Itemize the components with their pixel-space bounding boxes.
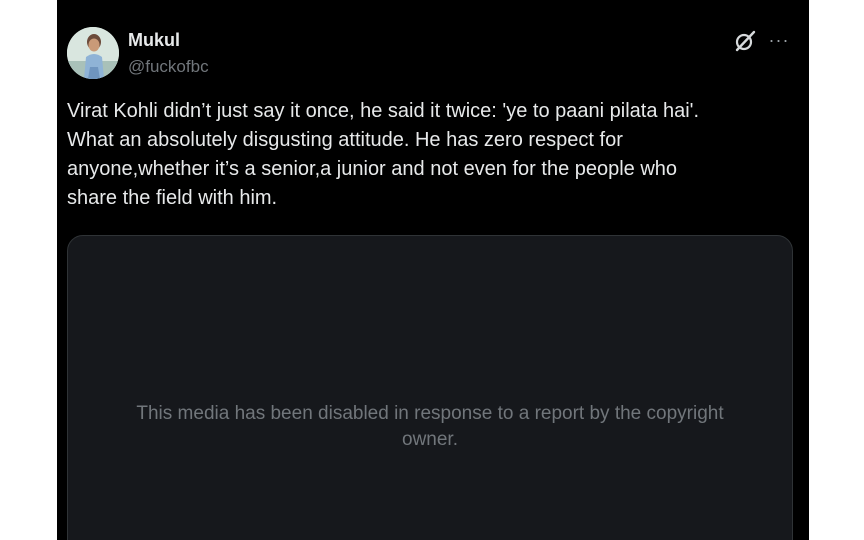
author-handle[interactable]: @fuckofbc [128,56,209,78]
avatar[interactable] [67,27,119,79]
media-disabled-notice: This media has been disabled in response… [136,403,724,450]
author-display-name[interactable]: Mukul [128,29,180,51]
grok-icon[interactable] [733,29,757,53]
media-container: This media has been disabled in response… [67,235,793,540]
screenshot-page: Mukul @fuckofbc ··· Virat Kohli didn’t j… [0,0,864,540]
avatar-photo-icon [67,27,119,79]
more-options-icon[interactable]: ··· [766,28,792,52]
tweet-card: Mukul @fuckofbc ··· Virat Kohli didn’t j… [57,0,809,540]
tweet-text: Virat Kohli didn’t just say it once, he … [67,100,700,209]
